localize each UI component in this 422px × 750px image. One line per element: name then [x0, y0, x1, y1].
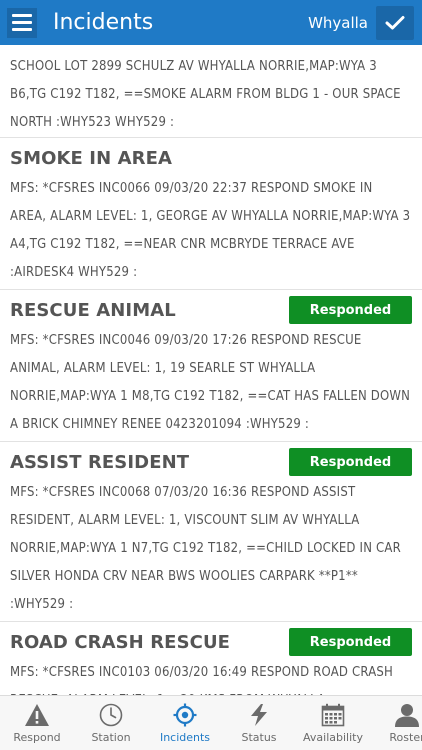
incident-item[interactable]: RESCUE ANIMAL Responded MFS: *CFSRES INC…: [0, 293, 422, 442]
tab-availability[interactable]: Availability: [296, 696, 370, 750]
incident-feed[interactable]: SCHOOL LOT 2899 SCHULZ AV WHYALLA NORRIE…: [0, 45, 422, 695]
incident-item[interactable]: SMOKE IN AREA MFS: *CFSRES INC0066 09/03…: [0, 141, 422, 290]
incident-title: SMOKE IN AREA: [10, 147, 173, 169]
tab-label: Roster: [389, 731, 422, 744]
tab-status[interactable]: Status: [222, 696, 296, 750]
incident-item[interactable]: SCHOOL LOT 2899 SCHULZ AV WHYALLA NORRIE…: [0, 45, 422, 138]
incident-header: ROAD CRASH RESCUE Responded: [10, 625, 412, 659]
lightning-icon: [251, 704, 267, 726]
incident-title: RESCUE ANIMAL: [10, 299, 176, 321]
responded-badge[interactable]: Responded: [289, 628, 412, 656]
target-icon: [173, 703, 197, 727]
tab-incidents[interactable]: Incidents: [148, 696, 222, 750]
incident-message: MFS: *CFSRES INC0066 09/03/20 22:37 RESP…: [10, 181, 411, 280]
incident-item[interactable]: ASSIST RESIDENT Responded MFS: *CFSRES I…: [0, 445, 422, 622]
incident-message: MFS: *CFSRES INC0103 06/03/20 16:49 RESP…: [10, 665, 394, 695]
tab-label: Availability: [303, 731, 363, 744]
warning-icon: [25, 704, 49, 726]
bottom-tab-bar: Respond Station Incidents Status Availab…: [0, 695, 422, 750]
responded-badge[interactable]: Responded: [289, 448, 412, 476]
checkmark-icon: [385, 15, 405, 29]
incident-header: RESCUE ANIMAL Responded: [10, 293, 412, 327]
location-label[interactable]: Whyalla: [308, 14, 368, 32]
top-bar: Incidents Whyalla: [0, 0, 422, 45]
menu-icon-bar: [12, 14, 32, 17]
incident-title: ROAD CRASH RESCUE: [10, 631, 231, 653]
tab-label: Status: [241, 731, 277, 744]
tab-respond[interactable]: Respond: [0, 696, 74, 750]
calendar-icon: [321, 703, 345, 727]
menu-icon-bar: [12, 28, 32, 31]
incident-item[interactable]: ROAD CRASH RESCUE Responded MFS: *CFSRES…: [0, 625, 422, 695]
incident-header: ASSIST RESIDENT Responded: [10, 445, 412, 479]
menu-button[interactable]: [7, 7, 37, 38]
tab-station[interactable]: Station: [74, 696, 148, 750]
clock-icon: [99, 703, 123, 727]
tab-label: Respond: [13, 731, 61, 744]
confirm-button[interactable]: [376, 5, 414, 40]
responded-badge[interactable]: Responded: [289, 296, 412, 324]
incident-message: MFS: *CFSRES INC0068 07/03/20 16:36 RESP…: [10, 485, 401, 612]
person-icon: [395, 704, 419, 727]
incident-message: SCHOOL LOT 2899 SCHULZ AV WHYALLA NORRIE…: [10, 59, 401, 130]
tab-roster[interactable]: Roster: [370, 696, 422, 750]
incident-header: SMOKE IN AREA: [10, 141, 412, 175]
page-title: Incidents: [53, 10, 154, 35]
incident-title: ASSIST RESIDENT: [10, 451, 190, 473]
incident-message: MFS: *CFSRES INC0046 09/03/20 17:26 RESP…: [10, 333, 411, 432]
tab-label: Incidents: [159, 731, 211, 744]
menu-icon-bar: [12, 21, 32, 24]
tab-label: Station: [91, 731, 131, 744]
